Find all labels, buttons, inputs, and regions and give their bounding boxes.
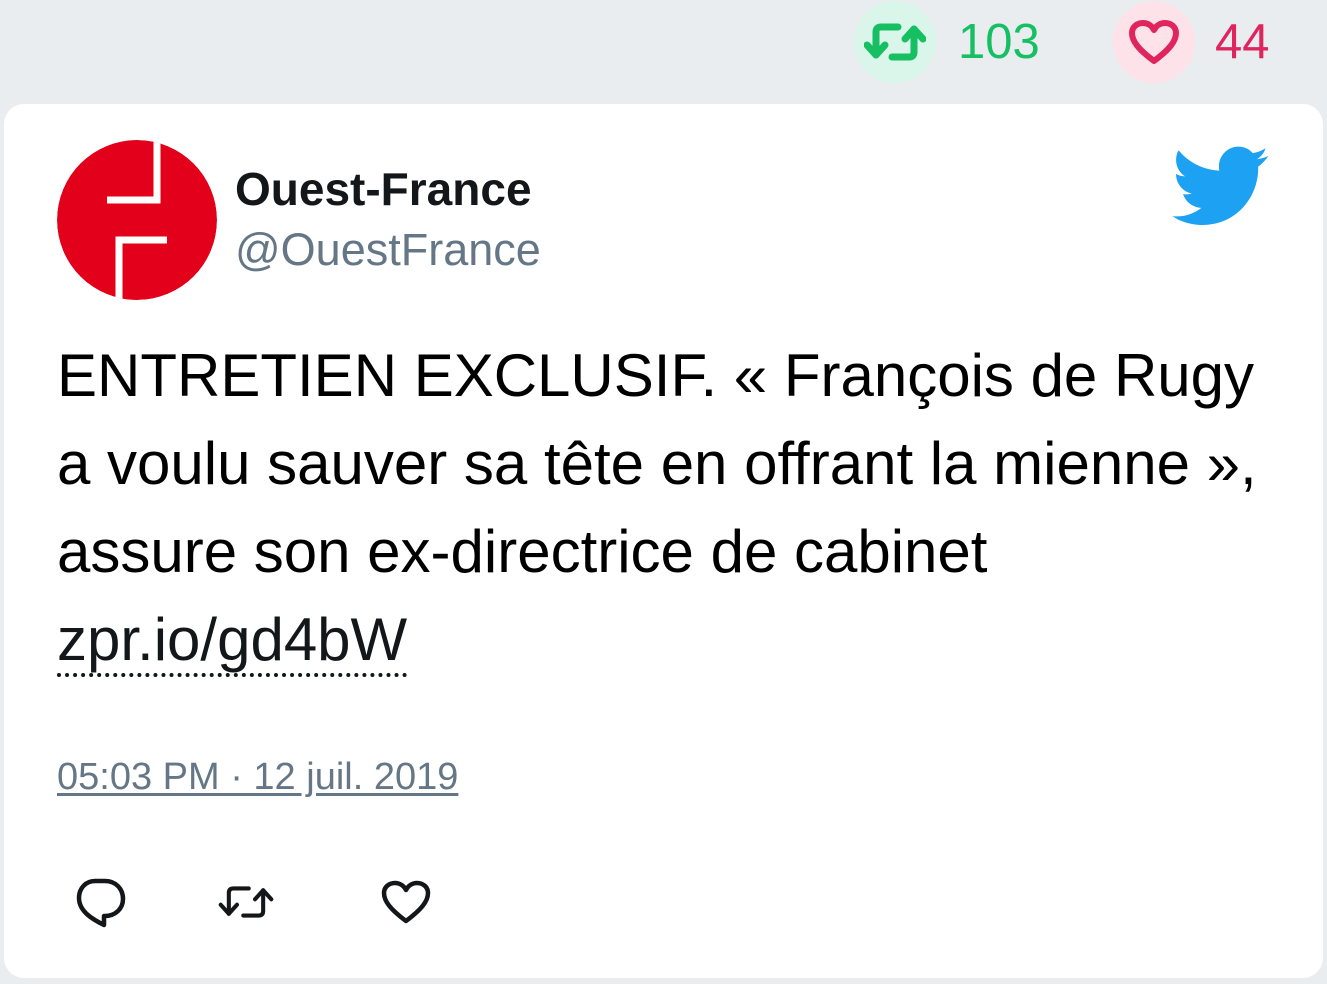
like-count: 44 [1215, 14, 1270, 69]
heart-icon[interactable] [1113, 1, 1195, 83]
tweet-timestamp[interactable]: 05:03 PM · 12 juil. 2019 [57, 756, 458, 799]
heart-icon [381, 880, 431, 924]
author-handle[interactable]: @OuestFrance [235, 224, 541, 276]
tweet-text-body: ENTRETIEN EXCLUSIF. « François de Rugy a… [57, 342, 1257, 585]
reply-icon [76, 878, 126, 928]
tweet-stats-bar: 103 44 [0, 0, 1327, 92]
tweet-link[interactable]: zpr.io/gd4bW [57, 606, 408, 677]
ouest-france-logo [57, 140, 217, 300]
retweet-icon [218, 886, 274, 918]
retweet-count: 103 [958, 14, 1040, 69]
author-name[interactable]: Ouest-France [235, 162, 532, 216]
tweet-card: Ouest-France @OuestFrance ENTRETIEN EXCL… [4, 104, 1323, 978]
author-avatar[interactable] [57, 140, 217, 300]
retweet-stat[interactable]: 103 [854, 0, 1040, 84]
like-button[interactable] [378, 874, 434, 930]
retweet-icon[interactable] [854, 1, 936, 83]
twitter-bird-icon[interactable] [1172, 146, 1270, 228]
reply-button[interactable] [72, 874, 128, 930]
like-stat[interactable]: 44 [1113, 0, 1270, 84]
tweet-text: ENTRETIEN EXCLUSIF. « François de Rugy a… [57, 332, 1287, 684]
retweet-button[interactable] [218, 874, 274, 930]
